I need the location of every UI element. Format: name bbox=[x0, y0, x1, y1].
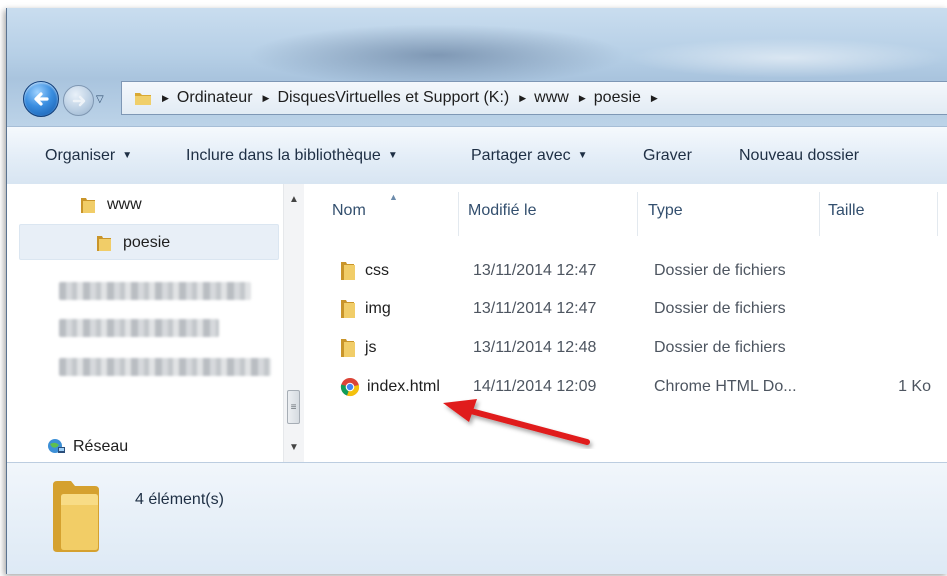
chevron-right-icon: ▶ bbox=[262, 92, 270, 103]
redacted-item bbox=[59, 358, 271, 376]
redacted-item bbox=[59, 282, 251, 300]
file-row[interactable]: css 13/11/2014 12:47 Dossier de fichiers bbox=[307, 252, 947, 290]
recent-locations-dropdown[interactable]: ▽ bbox=[96, 94, 104, 105]
folder-icon bbox=[97, 236, 111, 251]
folder-icon bbox=[53, 481, 99, 552]
file-row[interactable]: img 13/11/2014 12:47 Dossier de fichiers bbox=[307, 290, 947, 328]
column-header-modified[interactable]: Modifié le bbox=[468, 184, 536, 238]
address-bar[interactable]: ▶ Ordinateur ▶ DisquesVirtuelles et Supp… bbox=[121, 81, 947, 115]
chevron-down-icon: ▼ bbox=[122, 150, 133, 161]
chevron-down-icon: ▼ bbox=[577, 150, 588, 161]
annotation-arrow-icon bbox=[443, 399, 590, 445]
navigation-pane: www poesie Réseau bbox=[7, 184, 308, 462]
organize-button[interactable]: Organiser ▼ bbox=[45, 127, 132, 184]
forward-button[interactable] bbox=[63, 85, 94, 116]
chevron-right-icon: ▶ bbox=[162, 92, 169, 103]
nav-item-www[interactable]: www bbox=[79, 196, 142, 214]
file-row[interactable]: index.html 14/11/2014 12:09 Chrome HTML … bbox=[307, 368, 947, 406]
scroll-up-icon[interactable]: ▲ bbox=[284, 194, 304, 205]
item-count: 4 élément(s) bbox=[135, 491, 224, 508]
breadcrumb-www[interactable]: ▶ www bbox=[519, 89, 579, 107]
network-icon bbox=[48, 439, 65, 453]
back-arrow-icon bbox=[34, 92, 49, 106]
title-area: ▽ ▶ Ordinateur ▶ DisquesVirtuelles et Su… bbox=[7, 8, 947, 126]
folder-icon bbox=[81, 198, 95, 213]
back-button[interactable] bbox=[23, 81, 59, 117]
folder-icon bbox=[341, 262, 355, 280]
scroll-thumb[interactable]: ≡ bbox=[287, 390, 300, 424]
folder-icon bbox=[341, 339, 355, 357]
chevron-down-icon: ▼ bbox=[387, 150, 398, 161]
include-library-button[interactable]: Inclure dans la bibliothèque ▼ bbox=[186, 127, 398, 184]
sort-ascending-icon: ▲ bbox=[389, 192, 398, 202]
burn-button[interactable]: Graver bbox=[643, 127, 692, 184]
column-header-size[interactable]: Taille bbox=[828, 184, 864, 238]
new-folder-button[interactable]: Nouveau dossier bbox=[739, 127, 859, 184]
breadcrumb-ordinateur[interactable]: ▶ Ordinateur bbox=[162, 89, 263, 107]
folder-icon bbox=[341, 300, 355, 318]
chrome-icon bbox=[340, 378, 360, 397]
share-with-button[interactable]: Partager avec ▼ bbox=[471, 127, 588, 184]
breadcrumb-drive[interactable]: ▶ DisquesVirtuelles et Support (K:) bbox=[263, 89, 520, 107]
file-row[interactable]: js 13/11/2014 12:48 Dossier de fichiers bbox=[307, 329, 947, 367]
navpane-scrollbar[interactable]: ▲ ≡ ▼ bbox=[283, 184, 304, 462]
scroll-down-icon[interactable]: ▼ bbox=[284, 442, 304, 453]
redacted-item bbox=[59, 319, 219, 337]
breadcrumb-more[interactable]: ▶ bbox=[651, 93, 666, 104]
explorer-window: ▽ ▶ Ordinateur ▶ DisquesVirtuelles et Su… bbox=[6, 8, 947, 574]
nav-item-poesie-label[interactable]: poesie bbox=[95, 234, 170, 252]
chevron-right-icon: ▶ bbox=[578, 92, 586, 103]
details-pane: 4 élément(s) bbox=[7, 462, 947, 574]
file-list: ▲ Nom Modifié le Type Taille css 13/11/2… bbox=[307, 184, 947, 462]
chevron-right-icon: ▶ bbox=[519, 92, 527, 103]
column-header-type[interactable]: Type bbox=[648, 184, 683, 238]
chevron-right-icon: ▶ bbox=[650, 92, 658, 103]
folder-icon bbox=[135, 93, 151, 105]
nav-item-network[interactable]: Réseau bbox=[47, 438, 128, 456]
column-header-name[interactable]: Nom bbox=[332, 184, 366, 238]
forward-arrow-icon bbox=[72, 95, 85, 106]
breadcrumb-poesie[interactable]: ▶ poesie bbox=[579, 89, 651, 107]
command-bar: Organiser ▼ Inclure dans la bibliothèque ▼… bbox=[7, 126, 947, 185]
